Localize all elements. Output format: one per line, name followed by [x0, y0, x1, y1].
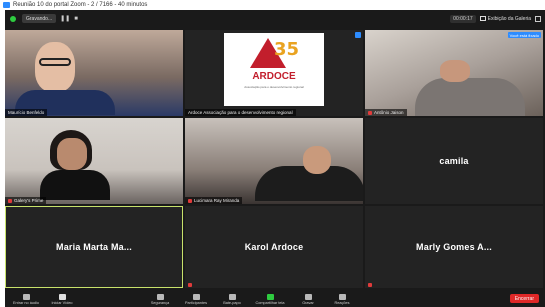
gallery-view-button[interactable]: Exibição da Galeria: [479, 15, 531, 22]
logo-subtitle: Associação para o desenvolvimento region…: [244, 85, 304, 89]
participants-icon: [192, 294, 200, 300]
ardoce-logo: 35 ARDOCE Associação para o desenvolvime…: [224, 33, 324, 106]
mic-muted-icon: [368, 110, 372, 115]
participant-name: Maurício Benfeldo: [8, 110, 45, 115]
participant-tile[interactable]: 35 ARDOCE Associação para o desenvolvime…: [185, 30, 363, 116]
record-icon: [304, 294, 312, 300]
chat-label: Bate-papo: [223, 301, 241, 305]
reactions-label: Reações: [334, 301, 350, 305]
mic-muted-icon: [188, 282, 192, 287]
participant-video: [303, 146, 331, 174]
meeting-timer: 00:00:17: [450, 14, 476, 23]
window-title: Reunião 10 do portal Zoom - 2 / 7166 - 4…: [13, 2, 148, 8]
participant-tile[interactable]: Lucimara Ray Miranda: [185, 118, 363, 204]
share-screen-button[interactable]: Compartilhar tela: [251, 294, 289, 305]
logo-text: ARDOCE: [252, 71, 296, 82]
start-video-button[interactable]: Iniciar Vídeo: [47, 294, 77, 305]
encryption-shield-icon[interactable]: [10, 15, 16, 22]
participant-name: Galery's Prime: [14, 198, 44, 203]
record-label: Gravar: [302, 301, 314, 305]
participant-name-tag: Antônio Jaison: [365, 109, 407, 116]
mic-muted-icon: [8, 198, 12, 203]
participant-name: Lucimara Ray Miranda: [194, 198, 240, 203]
participant-name-tag: Galery's Prime: [5, 197, 47, 204]
join-audio-button[interactable]: Entrar no áudio: [11, 294, 41, 305]
recording-label: Gravando...: [26, 15, 53, 22]
grid-view-icon: [479, 16, 486, 21]
window-titlebar: Reunião 10 do portal Zoom - 2 / 7166 - 4…: [0, 0, 545, 10]
mic-muted-icon: [368, 282, 372, 287]
recording-indicator[interactable]: Gravando...: [22, 14, 57, 23]
participant-video: [57, 138, 87, 170]
participant-name-tag: [185, 281, 195, 288]
join-audio-label: Entrar no áudio: [13, 301, 39, 305]
participant-name-tag: [365, 281, 375, 288]
chat-button[interactable]: Bate-papo: [217, 294, 247, 305]
participant-tile[interactable]: Karol Ardoce: [185, 206, 363, 288]
participant-tile[interactable]: Você está fixado Antônio Jaison: [365, 30, 543, 116]
participant-tile[interactable]: Marly Gomes A...: [365, 206, 543, 288]
pinned-badge[interactable]: Você está fixado: [507, 32, 541, 38]
record-button[interactable]: Gravar: [293, 294, 323, 305]
participant-name-tag: Lucimara Ray Miranda: [185, 197, 243, 204]
participant-video-body: [40, 170, 110, 200]
participant-tile-active-speaker[interactable]: Maria Marta Ma...: [5, 206, 183, 288]
participant-tile[interactable]: Maurício Benfeldo: [5, 30, 183, 116]
participant-video-body: [415, 78, 525, 116]
participant-name: Ardoce Associação para o desenvolvimento…: [188, 110, 293, 115]
shield-icon: [156, 294, 164, 300]
participant-name-tag: Ardoce Associação para o desenvolvimento…: [185, 109, 296, 116]
reactions-icon: [338, 294, 346, 300]
participant-name-display: Karol Ardoce: [244, 242, 304, 252]
participant-name: Antônio Jaison: [374, 110, 404, 115]
zoom-app-icon: [3, 2, 10, 8]
reactions-button[interactable]: Reações: [327, 294, 357, 305]
participant-name-display: Marly Gomes A...: [416, 242, 492, 252]
end-meeting-button[interactable]: Encerrar: [509, 294, 539, 303]
share-screen-label: Compartilhar tela: [255, 301, 285, 305]
mic-muted-icon: [188, 198, 192, 203]
start-video-label: Iniciar Vídeo: [51, 301, 73, 305]
participant-tile[interactable]: camila: [365, 118, 543, 204]
chat-icon: [228, 294, 236, 300]
meeting-toolbar: Entrar no áudio Iniciar Vídeo Segurança …: [5, 289, 545, 307]
participants-button[interactable]: Participantes: [179, 294, 213, 305]
tile-options-button[interactable]: [355, 32, 361, 38]
stop-recording-icon[interactable]: ■: [74, 16, 78, 22]
end-meeting-label: Encerrar: [514, 295, 534, 302]
pause-recording-icon[interactable]: ❚❚: [60, 15, 70, 22]
participant-video: [35, 42, 75, 92]
participant-name-display: Maria Marta Ma...: [56, 242, 132, 252]
participant-video-glasses: [39, 58, 71, 66]
participant-name-tag: Maurício Benfeldo: [5, 109, 48, 116]
participants-label: Participantes: [185, 301, 207, 305]
share-screen-icon: [266, 294, 274, 300]
pinned-label: Você está fixado: [509, 32, 539, 38]
participant-video: [440, 60, 470, 82]
fullscreen-icon[interactable]: [535, 15, 541, 22]
meeting-topbar: Gravando... ❚❚ ■ 00:00:17 Exibição da Ga…: [5, 10, 545, 27]
gallery-view-label: Exibição da Galeria: [487, 15, 531, 22]
participant-tile[interactable]: Galery's Prime: [5, 118, 183, 204]
security-label: Segurança: [150, 301, 170, 305]
video-off-icon: [58, 294, 66, 300]
meeting-window: Gravando... ❚❚ ■ 00:00:17 Exibição da Ga…: [5, 10, 545, 307]
logo-number: 35: [274, 39, 300, 60]
participant-name-display: camila: [439, 156, 469, 166]
security-button[interactable]: Segurança: [145, 294, 175, 305]
headphones-icon: [22, 294, 30, 300]
